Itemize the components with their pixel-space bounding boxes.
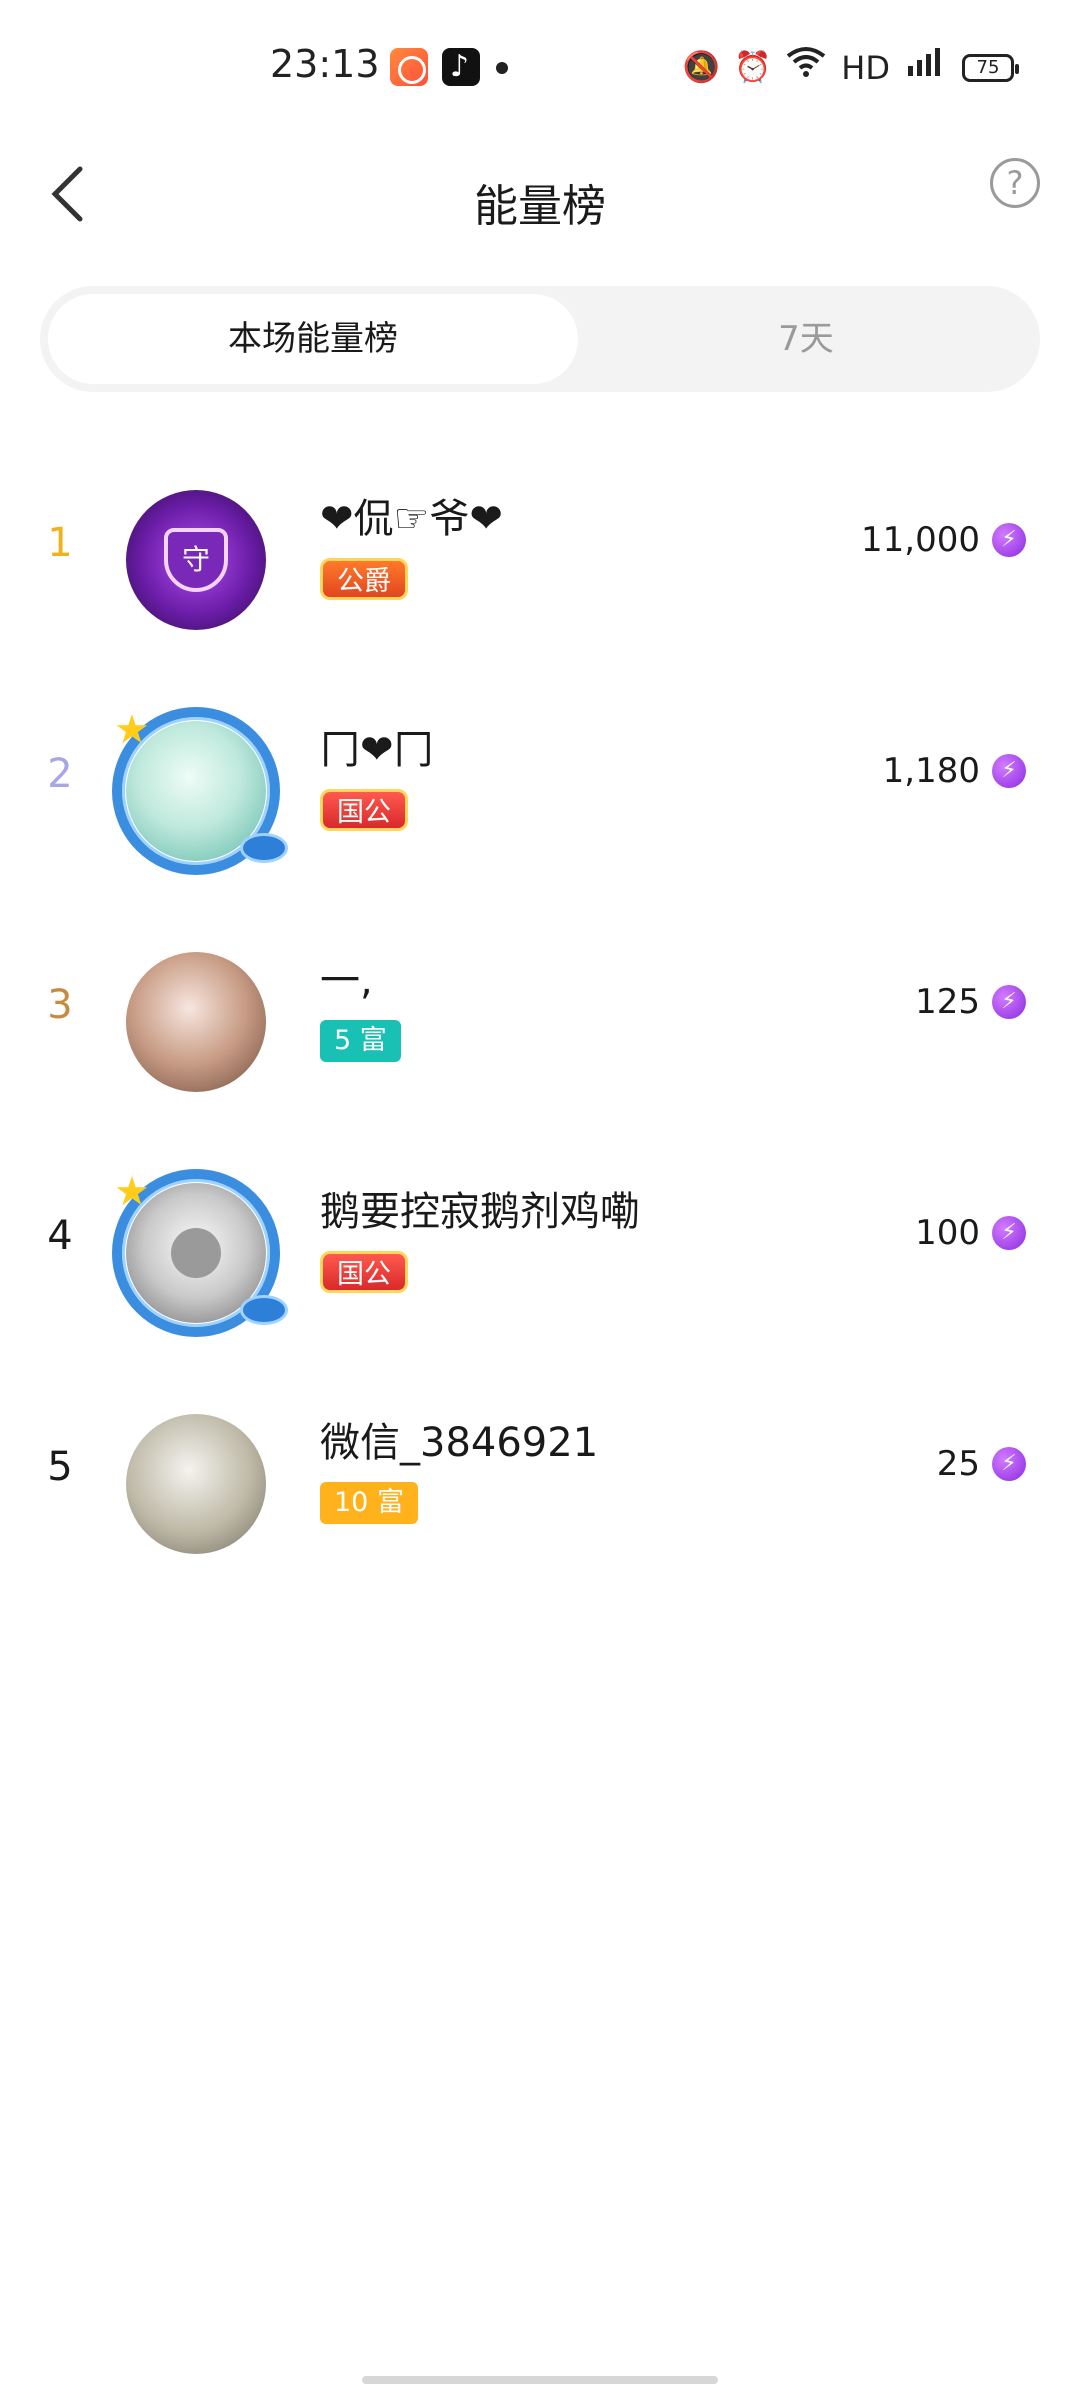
mute-bell-icon: 🔕 [682,49,720,85]
network-type-label: HD [841,48,890,87]
tab-7-days[interactable]: 7天 [580,294,1032,384]
score-value: 125 [915,982,980,1022]
user-info: ❤侃☞爷❤ 公爵 [320,486,503,600]
help-icon[interactable]: ? [990,158,1040,208]
rank-number: 3 [47,982,73,1028]
avatar-image [126,1414,266,1554]
4g-signal-icon [904,46,948,89]
list-item[interactable]: 5 微信_3846921 10 富 25 [0,1354,1080,1585]
alarm-icon: ⏰ [733,49,772,85]
page-title: 能量榜 [474,181,606,232]
energy-score: 125 [915,982,1026,1022]
avatar[interactable]: ★ [106,701,288,881]
status-indicators: 🔕 ⏰ HD 75 [682,46,1019,89]
score-value: 100 [915,1213,980,1253]
energy-icon [992,523,1026,557]
rank-number: 5 [47,1444,73,1490]
avatar[interactable]: 守 [106,470,286,650]
noble-badge: 国公 [320,1251,408,1293]
list-item[interactable]: 3 一, 5 富 125 [0,892,1080,1123]
notification-dot [496,62,508,74]
star-icon: ★ [114,1169,150,1215]
star-icon: ★ [114,707,150,753]
score-value: 11,000 [861,520,980,560]
kuaishou-app-icon [390,48,428,86]
avatar-image: 守 [126,490,266,630]
wealth-level-badge: 5 富 [320,1020,401,1062]
guardian-shield-icon: 守 [164,528,228,592]
avatar-image [126,952,266,1092]
ranking-list: 1 守 ❤侃☞爷❤ 公爵 11,000 2 ★ 冂❤冂 国公 1,180 [0,430,1080,1585]
home-indicator[interactable] [362,2376,718,2384]
energy-score: 11,000 [861,520,1026,560]
user-info: 冂❤冂 国公 [320,717,434,831]
user-name: ❤侃☞爷❤ [320,496,503,542]
status-bar: 23:13 🔕 ⏰ HD 75 [0,0,1080,140]
energy-icon [992,1216,1026,1250]
rank-number: 4 [47,1213,73,1259]
list-item[interactable]: 1 守 ❤侃☞爷❤ 公爵 11,000 [0,430,1080,661]
header-bar: 能量榜 ? [0,140,1080,260]
user-name: 冂❤冂 [320,727,434,773]
rank-number: 2 [47,751,73,797]
avatar[interactable] [106,1394,286,1574]
energy-icon [992,985,1026,1019]
user-name: 鹅要控寂鹅剂鸡嘞 [320,1189,640,1235]
noble-badge: 国公 [320,789,408,831]
battery-icon: 75 [962,53,1019,82]
wifi-icon [785,46,827,89]
avatar[interactable] [106,932,286,1112]
user-info: 一, 5 富 [320,948,401,1062]
score-value: 25 [936,1444,980,1484]
energy-icon [992,754,1026,788]
user-name: 一, [320,958,373,1004]
score-value: 1,180 [882,751,980,791]
energy-score: 25 [937,1444,1026,1484]
rank-number: 1 [47,520,73,566]
user-info: 微信_3846921 10 富 [320,1410,598,1524]
wealth-level-badge: 10 富 [320,1482,418,1524]
status-time: 23:13 [270,42,380,86]
tab-current-session[interactable]: 本场能量榜 [48,294,578,384]
list-item[interactable]: 4 ★ 鹅要控寂鹅剂鸡嘞 国公 100 [0,1123,1080,1354]
tiktok-app-icon [442,48,480,86]
user-name: 微信_3846921 [320,1420,599,1466]
energy-icon [992,1447,1026,1481]
noble-badge: 公爵 [320,558,408,600]
avatar[interactable]: ★ [106,1163,288,1343]
user-info: 鹅要控寂鹅剂鸡嘞 国公 [320,1179,640,1293]
planet-icon [240,833,288,863]
list-item[interactable]: 2 ★ 冂❤冂 国公 1,180 [0,661,1080,892]
planet-icon [240,1295,288,1325]
energy-score: 1,180 [883,751,1026,791]
energy-score: 100 [915,1213,1026,1253]
ranking-tabs: 本场能量榜 7天 [40,286,1040,392]
